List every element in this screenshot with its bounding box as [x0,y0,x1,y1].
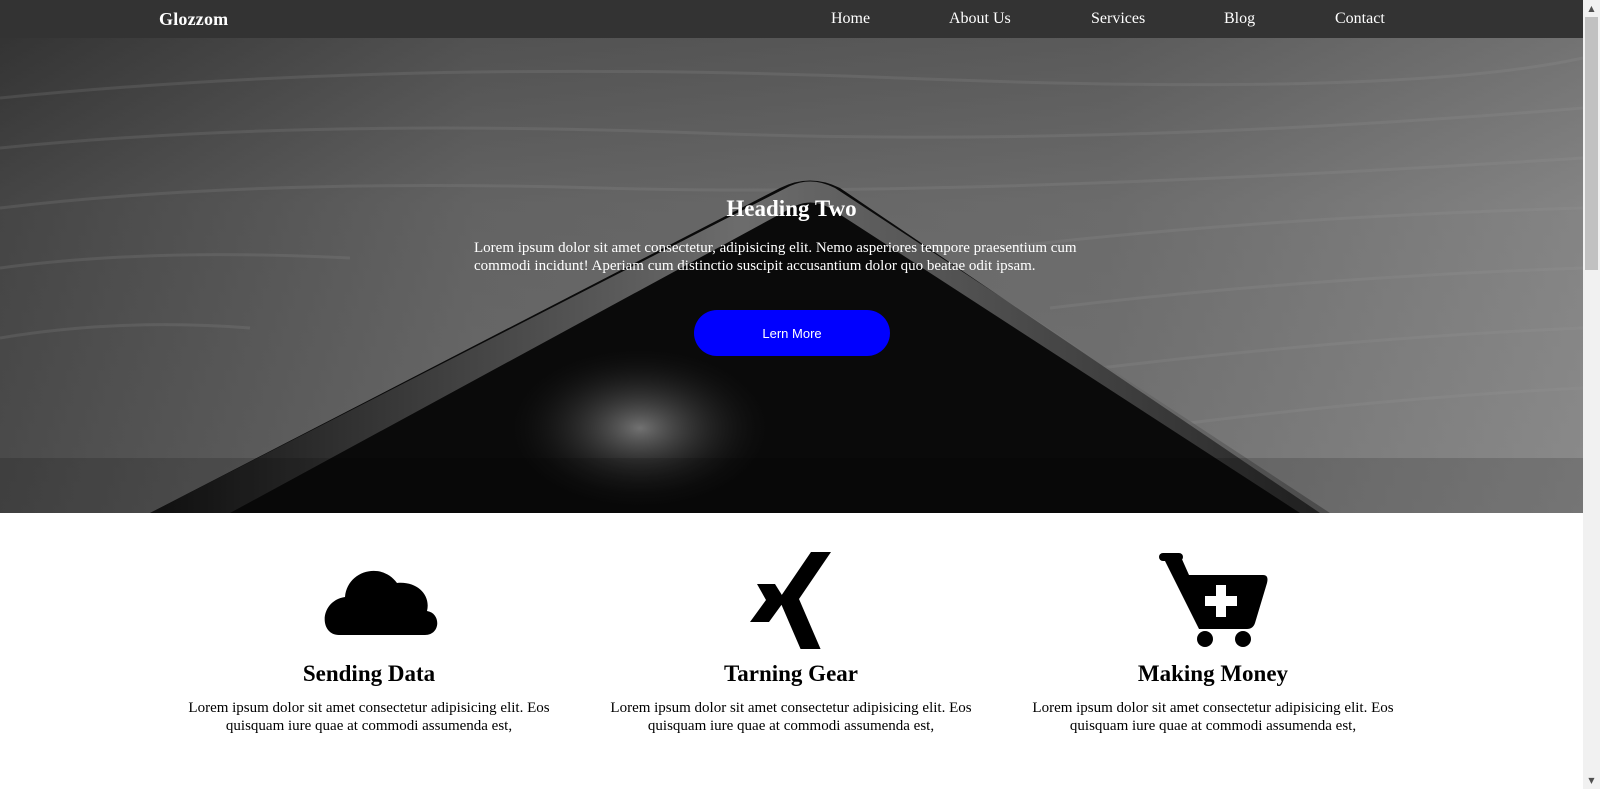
cart-plus-icon [1159,553,1268,647]
hero-heading: Heading Two [726,196,857,221]
nav-link-contact[interactable]: Contact [1335,10,1385,28]
navbar: Glozzom Home About Us Services Blog Cont… [0,0,1583,38]
features-section: Sending Data Lorem ipsum dolor sit amet … [0,513,1583,789]
hero-section: Heading Two Lorem ipsum dolor sit amet c… [0,38,1583,513]
arrow-up-icon[interactable]: ▲ [1583,0,1600,17]
scroll-thumb[interactable] [1585,17,1598,270]
nav-links: Home About Us Services Blog Contact [0,10,1583,30]
feature-text: Lorem ipsum dolor sit amet consectetur a… [1032,700,1394,734]
nav-link-blog[interactable]: Blog [1224,10,1255,28]
nav-link-home[interactable]: Home [831,10,870,28]
feature-text: Lorem ipsum dolor sit amet consectetur a… [610,700,972,734]
page: Glozzom Home About Us Services Blog Cont… [0,0,1583,789]
feature-title: Making Money [1137,661,1289,686]
cloud-icon [324,570,438,635]
scrollbar[interactable]: ▲ ▼ [1583,0,1600,789]
nav-link-services[interactable]: Services [1091,10,1145,28]
feature-title: Tarning Gear [724,661,858,686]
xing-icon [750,552,831,649]
hero-content: Heading Two Lorem ipsum dolor sit amet c… [0,38,1583,513]
nav-link-about-us[interactable]: About Us [949,10,1011,28]
hero-paragraph: Lorem ipsum dolor sit amet consectetur, … [474,240,1077,274]
learn-more-button[interactable]: Lern More [694,310,890,356]
arrow-down-icon[interactable]: ▼ [1583,772,1600,789]
feature-title: Sending Data [302,661,436,686]
feature-text: Lorem ipsum dolor sit amet consectetur a… [188,700,550,734]
